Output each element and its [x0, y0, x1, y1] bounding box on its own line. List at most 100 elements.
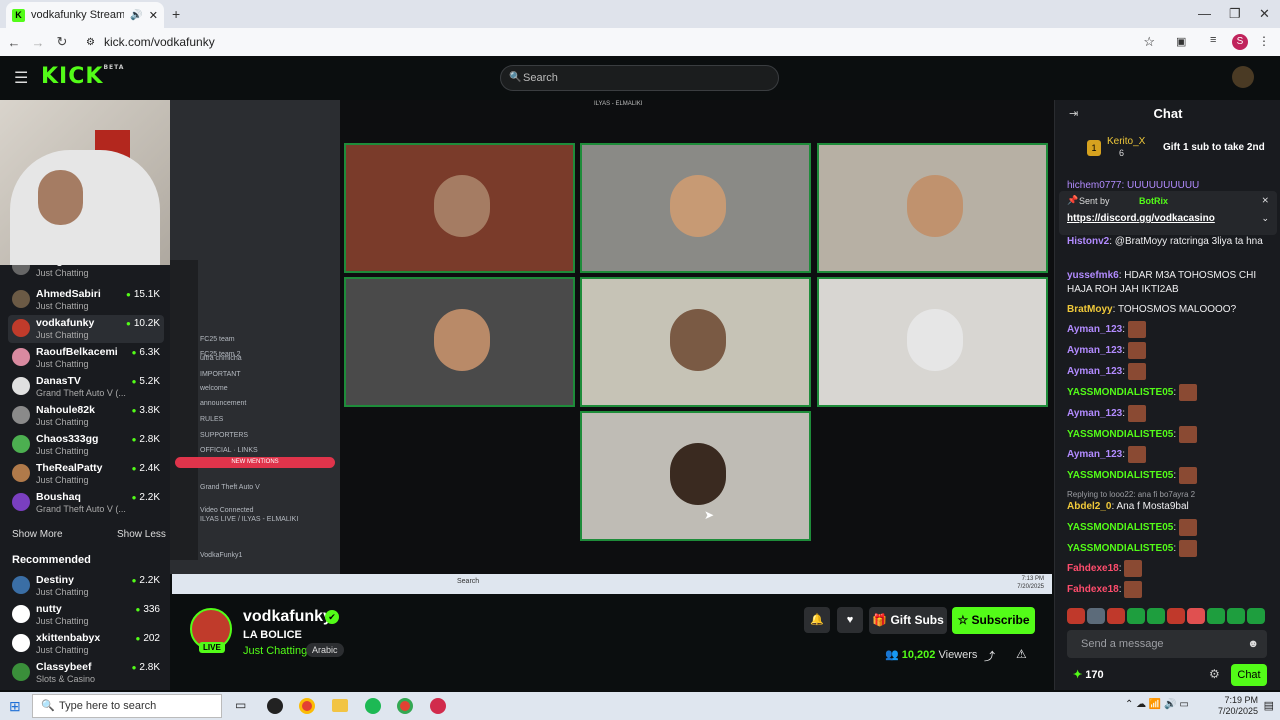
quick-emote-icon[interactable] [1127, 608, 1145, 624]
discord-channel-label[interactable]: ILYAS LIVE / ILYAS - ELMALIKI [200, 516, 298, 523]
share-icon[interactable]: ⤴ [984, 648, 995, 664]
chat-username[interactable]: BratMoyy [1067, 304, 1113, 315]
sidebar-item-nahoule82k[interactable]: Nahoule82kJust Chatting 3.8K [8, 402, 164, 430]
sidebar-item-classybeef[interactable]: ClassybeefSlots & Casino 2.8K [8, 659, 164, 687]
sidebar-item-therealpatty[interactable]: TheRealPattyJust Chatting 2.4K [8, 460, 164, 488]
discord-channel-label[interactable]: FC25 team [200, 336, 235, 343]
chat-username[interactable]: YASSMONDIALISTE05 [1067, 522, 1173, 533]
chrome-active-icon[interactable] [397, 698, 413, 714]
extensions-icon[interactable]: ▣ [1176, 35, 1186, 48]
quick-emote-icon[interactable] [1067, 608, 1085, 624]
report-icon[interactable]: ⚠ [1016, 647, 1027, 661]
chat-username[interactable]: yussefmk6 [1067, 270, 1119, 281]
chat-username[interactable]: Ayman_123 [1067, 345, 1122, 356]
system-tray-icons[interactable]: ⌃ ☁ 📶 🔊 ▭ [1125, 699, 1189, 710]
browser-tab[interactable]: K vodkafunky Stream - Watch 🔊 ✕ [6, 2, 164, 28]
search-input[interactable]: 🔍 Search [500, 65, 779, 91]
chat-message-input[interactable]: Send a message ☻ [1067, 630, 1267, 658]
discord-channel-label[interactable]: Video Connected [200, 507, 254, 514]
unpin-icon[interactable]: ⨯ [1261, 195, 1269, 206]
discord-channel-label[interactable]: Grand Theft Auto V [200, 484, 260, 491]
close-window-icon[interactable]: ✕ [1259, 6, 1270, 22]
channel-points[interactable]: ✦ 170 [1073, 668, 1104, 681]
chat-username[interactable]: YASSMONDIALISTE05 [1067, 429, 1173, 440]
show-less-link[interactable]: Show Less [117, 529, 166, 540]
chat-username[interactable]: Fahdexe18 [1067, 563, 1119, 574]
notifications-icon[interactable]: ▤ [1264, 699, 1274, 712]
user-avatar[interactable] [1232, 66, 1254, 88]
quick-emote-icon[interactable] [1087, 608, 1105, 624]
emoji-picker-icon[interactable]: ☻ [1247, 630, 1259, 658]
notification-bell-button[interactable]: 🔔 [804, 607, 830, 633]
sidebar-item-raoufbelkacemi[interactable]: RaoufBelkacemiJust Chatting 6.3K [8, 344, 164, 372]
quick-emote-icon[interactable] [1187, 608, 1205, 624]
spotify-icon[interactable] [365, 698, 381, 714]
profile-avatar[interactable]: S [1232, 34, 1248, 50]
task-view-icon[interactable]: ▭ [235, 698, 246, 712]
chat-username[interactable]: YASSMONDIALISTE05 [1067, 543, 1173, 554]
app-icon-1[interactable] [267, 698, 283, 714]
category-link[interactable]: Just Chatting [243, 645, 307, 657]
app-icon-2[interactable] [430, 698, 446, 714]
sidebar-item-vodkafunky[interactable]: vodkafunkyJust Chatting 10.2K [8, 315, 164, 343]
chat-username[interactable]: Fahdexe18 [1067, 584, 1119, 595]
pinned-link[interactable]: https://discord.gg/vodkacasino [1067, 213, 1215, 224]
quick-emote-icon[interactable] [1227, 608, 1245, 624]
audio-icon[interactable]: 🔊 [130, 10, 142, 21]
top-gifter-banner[interactable]: 1 Kerito_X 6 Gift 1 sub to take 2nd [1067, 134, 1273, 166]
discord-channel-label[interactable]: IMPORTANT [200, 371, 241, 378]
discord-channel-label[interactable]: SUPPORTERS [200, 432, 248, 439]
sidebar-item-boushaq[interactable]: BoushaqGrand Theft Auto V (... 2.2K [8, 489, 164, 517]
file-explorer-icon[interactable] [332, 699, 348, 712]
sidebar-item-danastv[interactable]: DanasTVGrand Theft Auto V (... 5.2K [8, 373, 164, 401]
discord-channel-label[interactable]: welcome [200, 385, 228, 392]
chat-username[interactable]: Ayman_123 [1067, 408, 1122, 419]
subscribe-button[interactable]: ☆ Subscribe [952, 607, 1035, 634]
quick-emote-icon[interactable] [1247, 608, 1265, 624]
quick-emote-icon[interactable] [1147, 608, 1165, 624]
hamburger-menu-icon[interactable]: ☰ [14, 68, 28, 88]
sidebar-item-nutty[interactable]: nuttyJust Chatting 336 [8, 601, 164, 629]
discord-channel-label[interactable]: RULES [200, 416, 223, 423]
sidebar-item-ahmedsabiri[interactable]: AhmedSabiriJust Chatting 15.1K [8, 286, 164, 314]
chat-username[interactable]: Ayman_123 [1067, 366, 1122, 377]
chat-username[interactable]: Ayman_123 [1067, 324, 1122, 335]
chat-settings-icon[interactable]: ⚙ [1209, 667, 1220, 681]
discord-channel-label[interactable]: FC25 team 2 [200, 351, 240, 358]
discord-channel-label[interactable]: VodkaFunky1 [200, 552, 242, 559]
channel-name[interactable]: vodkafunky [243, 608, 332, 626]
close-tab-icon[interactable]: ✕ [149, 9, 158, 22]
taskbar-clock[interactable]: 7:19 PM 7/20/2025 [1218, 695, 1258, 717]
discord-channel-label[interactable]: OFFICIAL · LINKS [200, 447, 258, 454]
expand-pinned-icon[interactable]: ⌄ [1261, 213, 1269, 224]
chrome-icon[interactable] [299, 698, 315, 714]
new-tab-icon[interactable]: + [172, 6, 180, 22]
quick-emote-icon[interactable] [1107, 608, 1125, 624]
site-info-icon[interactable]: ⚙ [86, 37, 95, 48]
sidebar-item-chaos333gg[interactable]: Chaos333ggJust Chatting 2.8K [8, 431, 164, 459]
chat-username[interactable]: Abdel2_0 [1067, 501, 1111, 512]
minimize-icon[interactable]: — [1198, 6, 1211, 21]
discord-channel-label[interactable]: announcement [200, 400, 246, 407]
sidebar-item-destiny[interactable]: DestinyJust Chatting 2.2K [8, 572, 164, 600]
quick-emote-icon[interactable] [1167, 608, 1185, 624]
chat-username[interactable]: YASSMONDIALISTE05 [1067, 470, 1173, 481]
browser-menu-icon[interactable]: ⋮ [1258, 34, 1270, 48]
kick-logo[interactable]: KICKBETA [41, 64, 124, 89]
forward-icon[interactable]: → [26, 35, 50, 50]
chat-username[interactable]: YASSMONDIALISTE05 [1067, 387, 1173, 398]
media-icon[interactable]: ≡ [1210, 34, 1216, 46]
windows-start-icon[interactable]: ⊞ [9, 698, 21, 715]
follow-heart-button[interactable]: ♥ [837, 607, 863, 633]
restore-icon[interactable]: ❐ [1229, 6, 1241, 22]
quick-emote-icon[interactable] [1207, 608, 1225, 624]
chat-username[interactable]: Ayman_123 [1067, 449, 1122, 460]
video-player[interactable]: ILYAS - ELMALIKI ➤ [340, 100, 1054, 574]
url-field[interactable]: ⚙ kick.com/vodkafunky ☆ [82, 31, 1167, 53]
gift-subs-button[interactable]: 🎁 Gift Subs [869, 607, 947, 634]
sidebar-item-xkittenbabyx[interactable]: xkittenbabyxJust Chatting 202 [8, 630, 164, 658]
show-more-link[interactable]: Show More [12, 529, 63, 540]
back-icon[interactable]: ← [2, 35, 26, 50]
chat-username[interactable]: Histonv2 [1067, 236, 1109, 247]
reload-icon[interactable]: ↻ [50, 34, 74, 50]
